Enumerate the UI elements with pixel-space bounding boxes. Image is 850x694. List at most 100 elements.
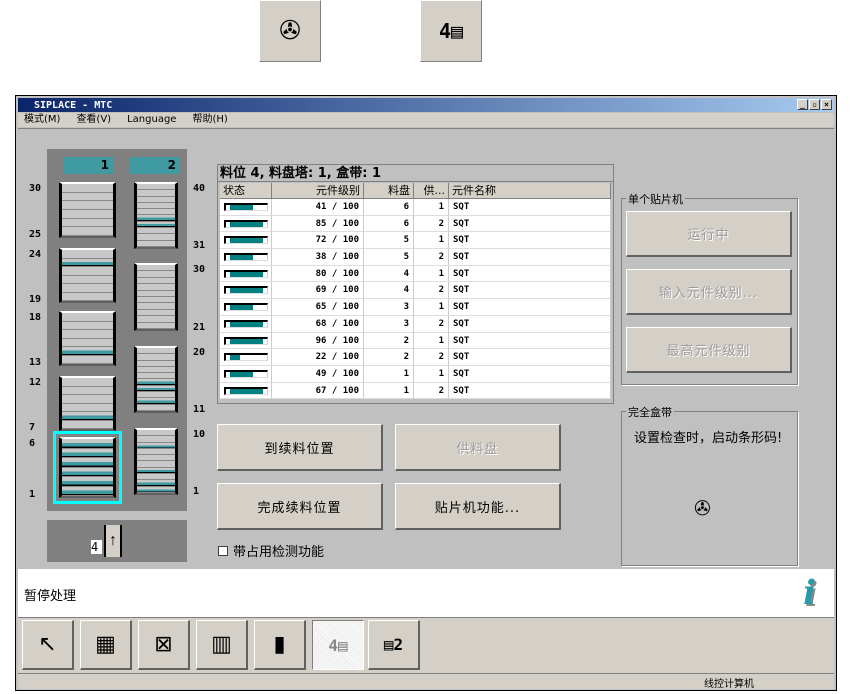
slot-empty[interactable] <box>62 284 113 293</box>
slot-empty[interactable] <box>62 339 113 347</box>
reel-barcode-button[interactable]: ✇ <box>259 0 321 62</box>
col-status[interactable]: 状态 <box>220 183 272 199</box>
table-row[interactable]: 85 / 100 6 2 SQT <box>220 215 611 233</box>
slot-empty[interactable] <box>62 378 113 387</box>
slot-empty[interactable] <box>62 250 113 259</box>
menu-mode[interactable]: 模式(M) <box>24 113 60 127</box>
tower-2-tool-button[interactable]: ▤2 <box>368 620 420 670</box>
slot-filled[interactable] <box>137 486 175 493</box>
slot-empty[interactable] <box>62 404 113 412</box>
info-icon[interactable]: i <box>803 573 816 613</box>
table-row[interactable]: 68 / 100 3 2 SQT <box>220 315 611 333</box>
slot-filled[interactable] <box>62 412 113 421</box>
menu-language[interactable]: Language <box>127 113 176 127</box>
reel-strip-button[interactable]: ▮ <box>254 620 306 670</box>
slot-empty[interactable] <box>62 387 113 395</box>
table-row[interactable]: 96 / 100 2 1 SQT <box>220 332 611 350</box>
column-2-header: 2 <box>130 157 180 174</box>
magazine[interactable] <box>53 431 122 504</box>
name-cell: SQT <box>449 215 611 233</box>
slot-empty[interactable] <box>62 227 113 237</box>
level-cell: 96 / 100 <box>272 332 364 350</box>
machine-function-button[interactable]: 贴片机功能... <box>395 483 561 530</box>
select-tool-button[interactable]: ↖ <box>22 620 74 670</box>
grid-button[interactable]: ▥ <box>196 620 248 670</box>
slot-empty[interactable] <box>137 405 175 411</box>
level-cell: 67 / 100 <box>272 382 364 400</box>
elevator-up-arrow-icon[interactable]: ↑ <box>104 525 122 557</box>
status-cell <box>220 382 272 400</box>
slot-filled[interactable] <box>62 347 113 356</box>
level-cell: 69 / 100 <box>272 282 364 300</box>
close-button[interactable]: × <box>821 99 832 110</box>
occupancy-check[interactable]: 带占用检测功能 <box>218 541 324 560</box>
magazine[interactable] <box>59 376 116 431</box>
table-row[interactable]: 67 / 100 1 2 SQT <box>220 382 611 400</box>
slot-empty[interactable] <box>62 322 113 330</box>
minimize-button[interactable]: _ <box>797 99 808 110</box>
status-cell <box>220 332 272 350</box>
table-row[interactable]: 65 / 100 3 1 SQT <box>220 299 611 316</box>
slot-empty[interactable] <box>62 293 113 301</box>
running-button[interactable]: 运行中 <box>626 211 792 257</box>
col-feeder[interactable]: 供... <box>414 183 449 199</box>
level-cell: 68 / 100 <box>272 315 364 333</box>
feeder-cell: 1 <box>414 332 449 350</box>
slot-filled[interactable] <box>62 467 113 477</box>
maximize-button[interactable]: ▫ <box>809 99 820 110</box>
menu-view[interactable]: 查看(V) <box>76 113 111 127</box>
slot-empty[interactable] <box>62 184 113 193</box>
tower-4-tool-button[interactable]: 4▤ <box>312 620 364 670</box>
fill-bar <box>224 236 268 245</box>
slot-empty[interactable] <box>62 193 113 202</box>
slot-empty[interactable] <box>62 330 113 339</box>
feeder-cell: 1 <box>414 365 449 383</box>
finish-refill-button[interactable]: 完成续料位置 <box>217 483 383 530</box>
table-row[interactable]: 49 / 100 1 1 SQT <box>220 365 611 383</box>
magazine[interactable] <box>59 311 116 366</box>
magazine[interactable] <box>134 182 178 249</box>
occupancy-checkbox[interactable] <box>218 545 228 556</box>
magazine[interactable] <box>59 248 116 303</box>
slot-filled[interactable] <box>62 258 113 267</box>
table-row[interactable]: 69 / 100 4 2 SQT <box>220 282 611 300</box>
col-name[interactable]: 元件名称 <box>449 183 611 199</box>
enter-level-button[interactable]: 输入元件级别... <box>626 269 792 315</box>
goto-refill-button[interactable]: 到续料位置 <box>217 424 383 471</box>
col-tray[interactable]: 料盘 <box>364 183 414 199</box>
table-row[interactable]: 72 / 100 5 1 SQT <box>220 232 611 250</box>
slot-filled[interactable] <box>62 477 113 487</box>
table-row[interactable]: 22 / 100 2 2 SQT <box>220 349 611 366</box>
slot-empty[interactable] <box>62 421 113 429</box>
magazine[interactable] <box>134 428 178 495</box>
slot-filled[interactable] <box>62 448 113 458</box>
slot-empty[interactable] <box>62 313 113 322</box>
tower-cross-button[interactable]: ⊠ <box>138 620 190 670</box>
tray-cell: 4 <box>364 265 414 283</box>
tower-list-button[interactable]: ▦ <box>80 620 132 670</box>
magazine[interactable] <box>59 182 116 238</box>
slot-empty[interactable] <box>62 276 113 284</box>
table-row[interactable]: 41 / 100 6 1 SQT <box>220 199 611 216</box>
col-level[interactable]: 元件级别 <box>272 183 364 199</box>
max-level-button[interactable]: 最高元件级别 <box>626 327 792 373</box>
slot-empty[interactable] <box>62 356 113 364</box>
menu-help[interactable]: 帮助(H) <box>192 113 227 127</box>
supply-tray-button[interactable]: 供料盘 <box>395 424 561 471</box>
slot-filled[interactable] <box>62 458 113 468</box>
magazine[interactable] <box>134 346 178 413</box>
slot-empty[interactable] <box>62 210 113 219</box>
status-cell <box>220 265 272 283</box>
slot-empty[interactable] <box>62 201 113 211</box>
slot-empty[interactable] <box>62 395 113 404</box>
table-row[interactable]: 80 / 100 4 1 SQT <box>220 265 611 283</box>
slot-filled[interactable] <box>62 486 113 496</box>
table-row[interactable]: 38 / 100 5 2 SQT <box>220 249 611 266</box>
tower-4-button[interactable]: 4▤ <box>420 0 482 62</box>
slot-empty[interactable] <box>137 323 175 330</box>
slot-filled[interactable] <box>62 439 113 449</box>
slot-empty[interactable] <box>137 241 175 247</box>
magazine[interactable] <box>134 263 178 331</box>
slot-empty[interactable] <box>62 267 113 276</box>
slot-empty[interactable] <box>62 219 113 228</box>
